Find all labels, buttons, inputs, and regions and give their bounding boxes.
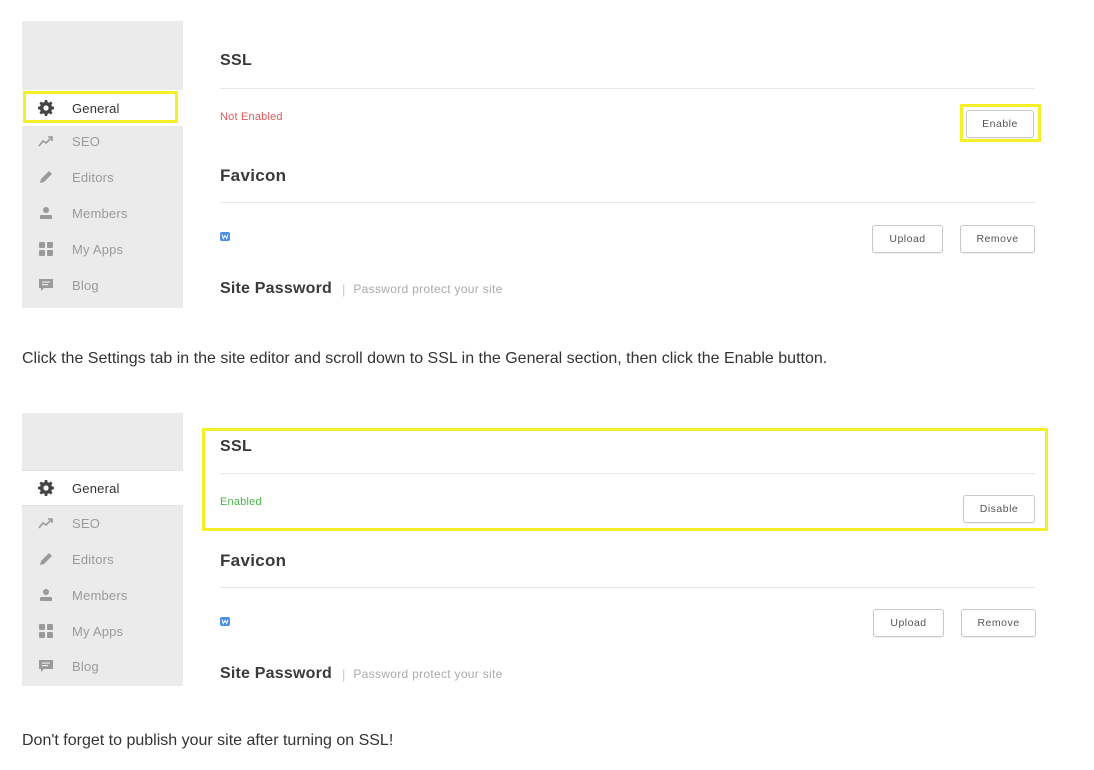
highlight-ssl-section <box>202 428 1048 531</box>
sidebar-item-my-apps[interactable]: My Apps <box>22 231 183 267</box>
sidebar-item-label: Blog <box>72 658 99 674</box>
blog-icon <box>37 276 55 294</box>
divider <box>220 587 1035 588</box>
site-password-title: Site Password <box>220 280 332 297</box>
step2-caption: Don't forget to publish your site after … <box>22 732 394 749</box>
sidebar-item-editors[interactable]: Editors <box>22 159 183 195</box>
highlight-enable-button <box>960 104 1041 142</box>
ssl-status: Not Enabled <box>220 111 283 123</box>
site-password-row: Site Password | Password protect your si… <box>220 665 503 683</box>
sidebar-item-label: Members <box>72 587 128 603</box>
site-password-description: Password protect your site <box>353 667 503 681</box>
screenshot-ssl-disabled: General SEO Editors Members My Apps Blog… <box>0 0 1094 320</box>
apps-grid-icon <box>37 240 55 258</box>
divider <box>220 202 1035 203</box>
sidebar-item-label: General <box>72 480 120 496</box>
sidebar-item-label: SEO <box>72 515 101 531</box>
pencil-icon <box>37 550 55 568</box>
favicon-preview-icon <box>220 613 230 631</box>
sidebar-item-label: SEO <box>72 133 101 149</box>
sidebar-item-label: Editors <box>72 551 114 567</box>
favicon-section-title: Favicon <box>220 551 287 570</box>
sidebar-item-label: Editors <box>72 169 114 185</box>
separator: | <box>341 666 346 682</box>
sidebar-item-members[interactable]: Members <box>22 577 183 613</box>
sidebar-item-members[interactable]: Members <box>22 195 183 231</box>
separator: | <box>341 281 346 297</box>
remove-favicon-button[interactable]: Remove <box>960 225 1035 253</box>
screenshot-ssl-enabled: General SEO Editors Members My Apps Blog… <box>0 405 1094 695</box>
apps-grid-icon <box>37 622 55 640</box>
sidebar-item-label: My Apps <box>72 623 124 639</box>
highlight-general-tab <box>23 91 178 123</box>
ssl-section-title: SSL <box>220 52 253 69</box>
sidebar-item-label: Members <box>72 205 128 221</box>
upload-favicon-button[interactable]: Upload <box>872 225 943 253</box>
site-password-title: Site Password <box>220 665 332 682</box>
step1-caption: Click the Settings tab in the site edito… <box>22 350 828 367</box>
user-icon <box>37 586 55 604</box>
site-password-row: Site Password | Password protect your si… <box>220 280 503 298</box>
blog-icon <box>37 657 55 675</box>
trend-icon <box>37 132 55 150</box>
favicon-section-title: Favicon <box>220 166 287 185</box>
site-password-description: Password protect your site <box>353 282 503 296</box>
remove-favicon-button[interactable]: Remove <box>961 609 1036 637</box>
divider <box>220 88 1035 89</box>
settings-sidebar: General SEO Editors Members My Apps Blog <box>22 413 183 686</box>
sidebar-item-general[interactable]: General <box>22 470 183 506</box>
trend-icon <box>37 514 55 532</box>
sidebar-item-seo[interactable]: SEO <box>22 123 183 159</box>
favicon-preview-icon <box>220 228 230 246</box>
settings-sidebar: General SEO Editors Members My Apps Blog <box>22 21 183 308</box>
upload-favicon-button[interactable]: Upload <box>873 609 944 637</box>
gear-icon <box>37 479 55 497</box>
pencil-icon <box>37 168 55 186</box>
sidebar-item-seo[interactable]: SEO <box>22 505 183 541</box>
sidebar-item-my-apps[interactable]: My Apps <box>22 613 183 649</box>
sidebar-item-label: My Apps <box>72 241 124 257</box>
sidebar-item-label: Blog <box>72 277 99 293</box>
user-icon <box>37 204 55 222</box>
sidebar-item-blog[interactable]: Blog <box>22 648 183 684</box>
sidebar-item-editors[interactable]: Editors <box>22 541 183 577</box>
sidebar-item-blog[interactable]: Blog <box>22 267 183 303</box>
